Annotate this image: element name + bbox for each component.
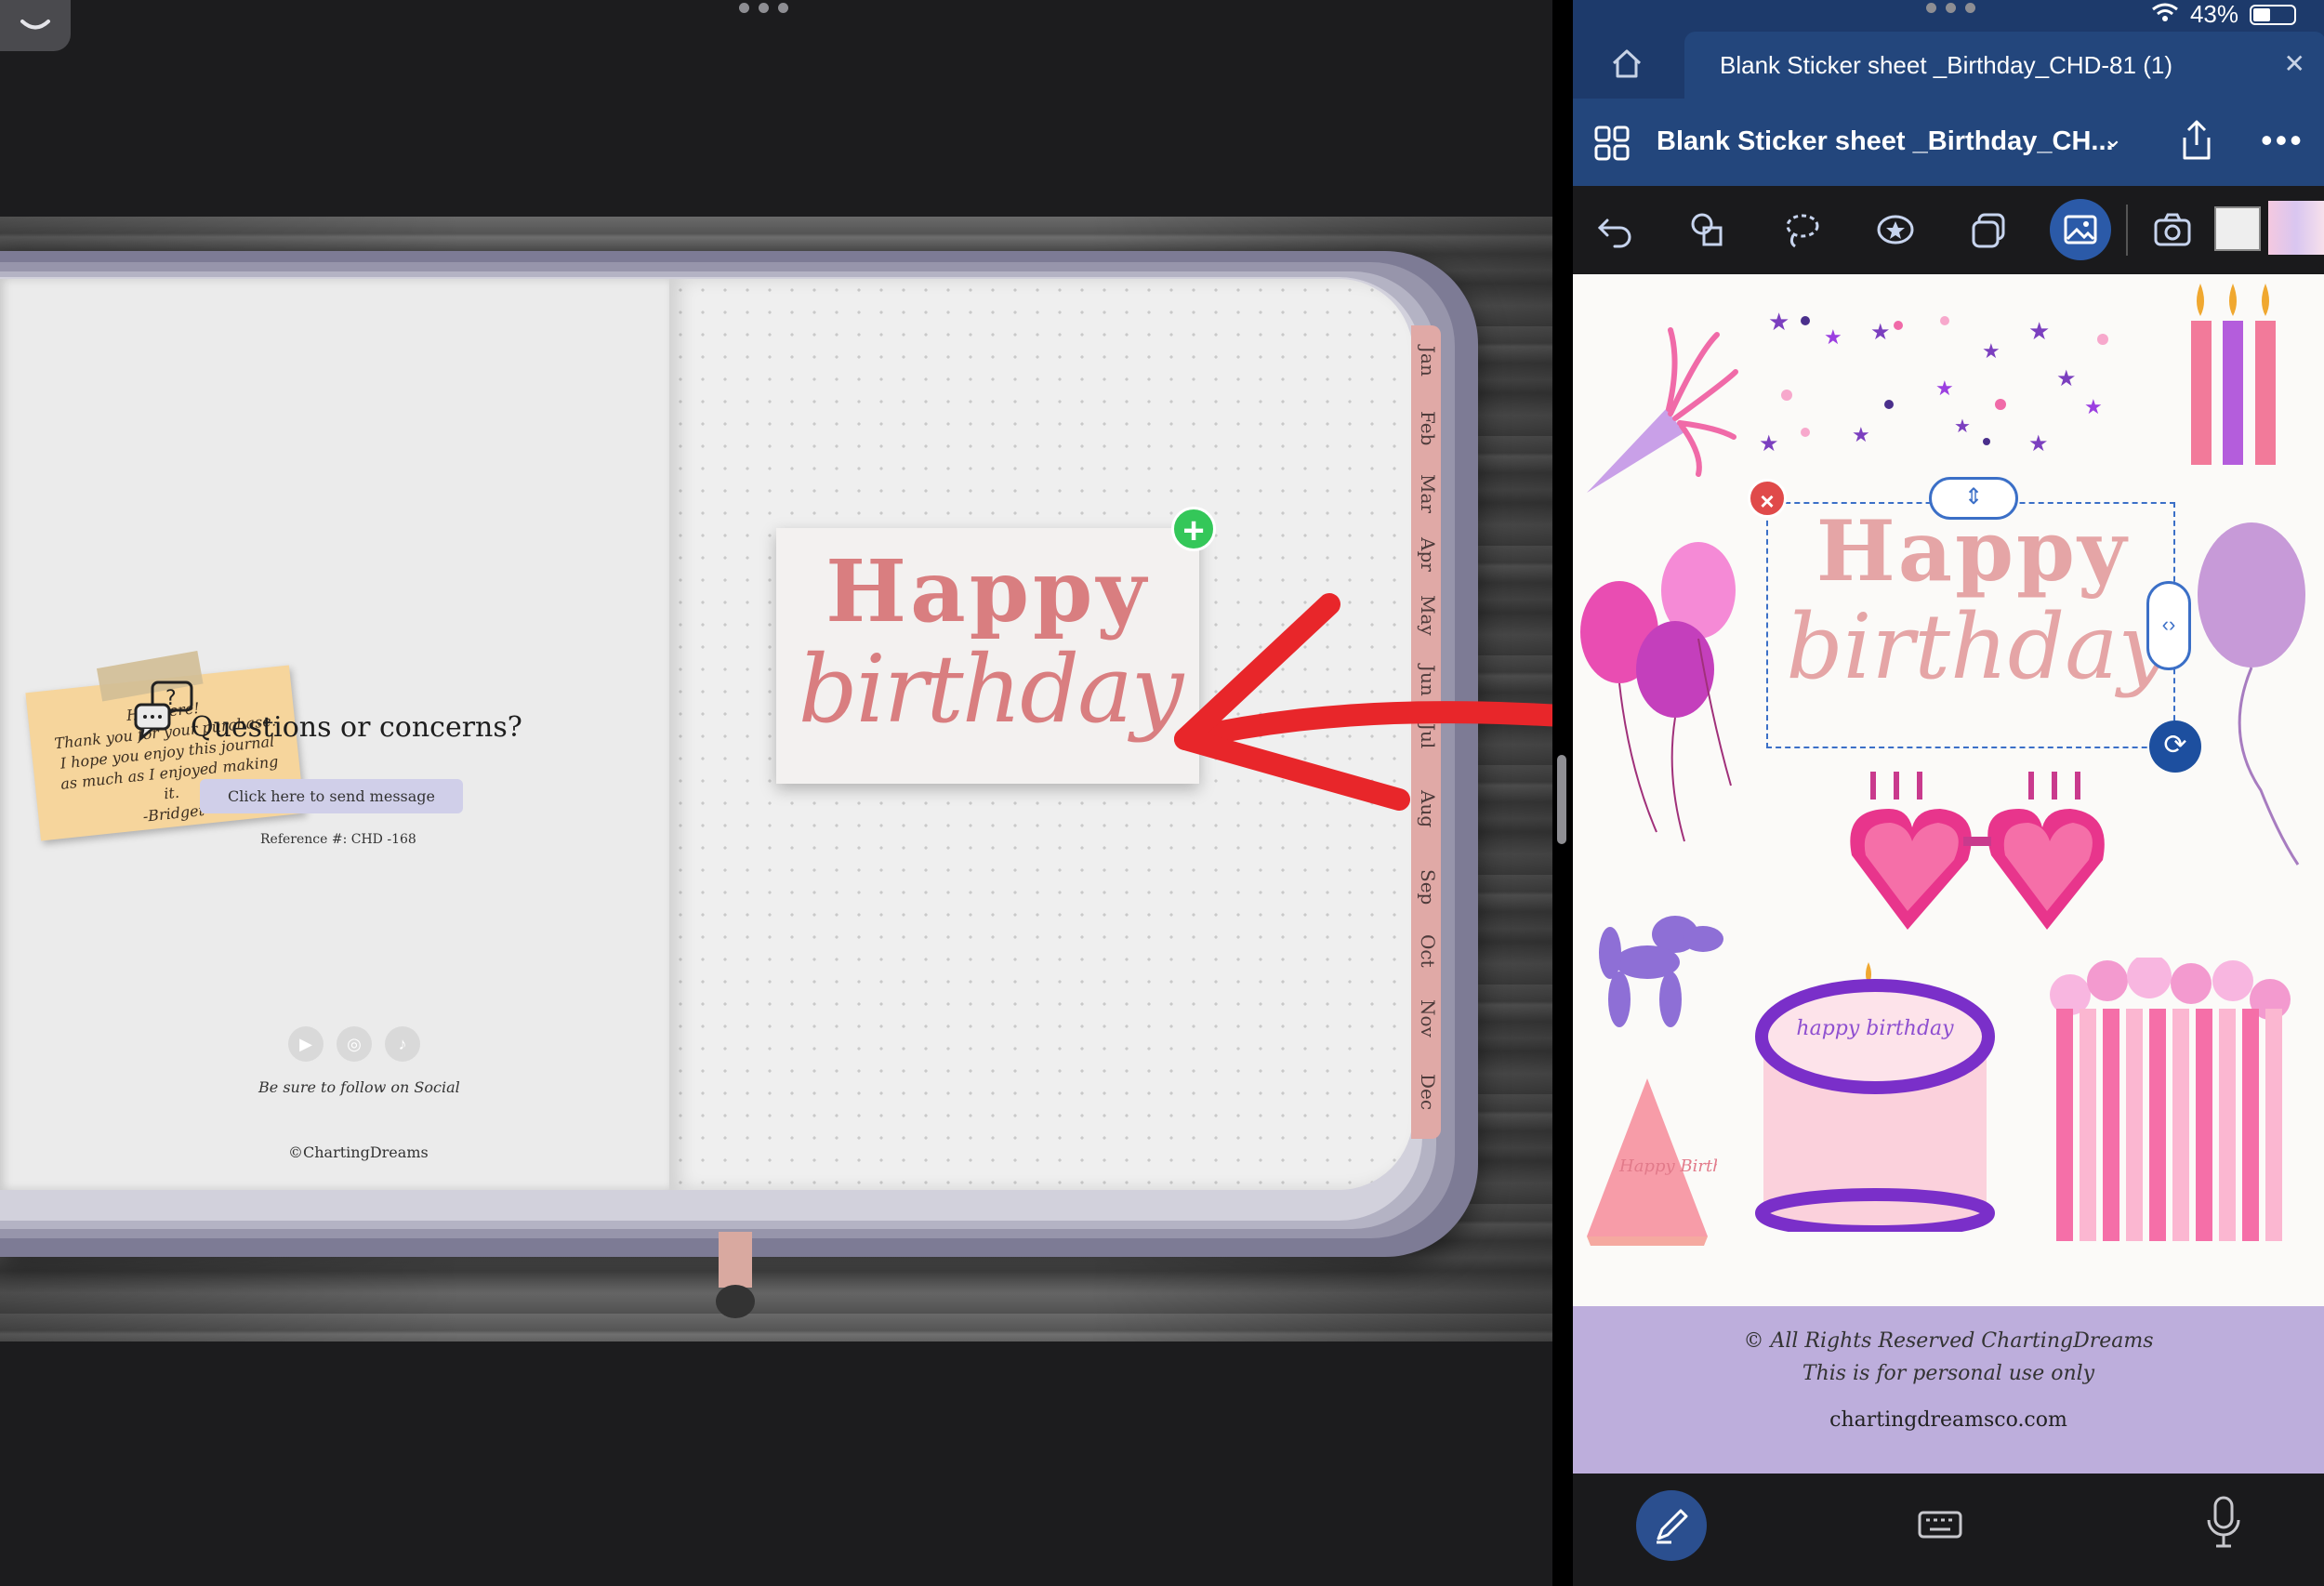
tab-feb[interactable]: Feb [1415,411,1439,445]
confetti-sticker[interactable]: ★★ ★★ ★★ ★★ ★ ★ ★★ [1750,302,2121,469]
selection-box[interactable] [1766,502,2175,748]
tab-sep[interactable]: Sep [1415,869,1439,905]
hat-text: Happy Birthday [1618,1156,1717,1176]
chat-question-icon: ? [134,681,193,742]
tab-aug[interactable]: Aug [1415,790,1439,827]
multitask-dots[interactable] [1926,3,1975,13]
document-title[interactable]: Blank Sticker sheet _Birthday_CH... [1657,126,2114,157]
keyboard-icon[interactable] [1917,1501,1963,1548]
sticker-thumbnail[interactable] [2268,201,2324,255]
balloons-sticker[interactable] [1573,535,1750,851]
candles-sticker[interactable] [2182,284,2284,469]
svg-text:★: ★ [1935,377,1954,400]
footer-personal-use: This is for personal use only [1802,1362,2095,1385]
tab-nov[interactable]: Nov [1415,999,1439,1038]
tab-jan[interactable]: Jan [1415,346,1439,377]
chevron-down-icon[interactable]: ⌄ [2103,125,2123,153]
sticker-star-icon[interactable] [1872,206,1919,253]
balloon-dog-sticker[interactable] [1582,897,1731,1037]
split-view-handle[interactable] [1557,755,1566,844]
wifi-icon [2151,0,2179,29]
footer-url: chartingdreamsco.com [1829,1408,2067,1432]
month-tabs: Jan Feb Mar Apr May Jun Jul Aug Sep Oct … [1411,325,1441,1139]
tab-jun[interactable]: Jun [1415,665,1439,696]
questions-heading: Questions or concerns? [191,711,522,744]
birthday-cake-sticker[interactable]: happy birthday [1750,962,2000,1232]
sticker-sheet[interactable]: ★ ★ ★ ★ ★ ★ ★ ★ ★ ★ ★ ★ Happy Birt happy… [1573,274,2324,1306]
party-horn-sticker[interactable] [1578,316,1740,502]
svg-text:★: ★ [2028,431,2049,456]
undo-icon[interactable] [1591,206,1638,253]
tab-oct[interactable]: Oct [1415,934,1439,968]
battery-icon [2250,4,2296,25]
share-icon[interactable] [2177,119,2216,162]
goodnotes-pane: 43% Blank Sticker sheet _Birthday_CHD-81… [1573,0,2324,1586]
microphone-icon[interactable] [2203,1494,2244,1550]
pen-icon[interactable] [1636,1490,1707,1561]
heart-glasses-sticker[interactable] [1842,772,2112,939]
lasso-icon[interactable] [1777,206,1824,253]
tab-title[interactable]: Blank Sticker sheet _Birthday_CHD-81 (1) [1720,51,2172,80]
party-hat-sticker[interactable]: Happy Birthday [1578,1074,1717,1250]
tab-mar[interactable]: Mar [1415,474,1439,513]
rotate-icon[interactable]: ⟳ [2149,720,2201,773]
svg-text:★: ★ [1759,431,1779,456]
ribbon-bookmark [719,1232,752,1288]
shapes-icon[interactable] [1684,206,1731,253]
bookmark-charm [716,1285,755,1318]
svg-text:★: ★ [1768,308,1789,336]
image-icon[interactable] [2050,199,2111,260]
svg-text:★: ★ [2028,317,2050,345]
more-options-icon[interactable]: ••• [2261,121,2304,160]
tiktok-icon[interactable]: ♪ [385,1026,420,1062]
tab-apr[interactable]: Apr [1415,537,1439,572]
svg-text:★: ★ [1824,325,1842,349]
youtube-icon[interactable]: ▶ [288,1026,324,1062]
reference-number: Reference #: CHD -168 [260,832,416,847]
battery-percent: 43% [2189,0,2238,28]
cake-text: happy birthday [1796,1017,1954,1040]
svg-text:★: ★ [1870,320,1891,345]
resize-horizontal-handle[interactable]: ‹› [2146,581,2191,670]
document-header: Blank Sticker sheet _Birthday_CH... ⌄ ••… [1573,99,2324,186]
tab-may[interactable]: May [1415,595,1439,636]
svg-text:★: ★ [2056,366,2077,391]
status-bar: 43% [2151,0,2296,29]
notebook-pane: Hi, there! Thank you for your purchase. … [0,0,1552,1586]
copyright-text: ©ChartingDreams [288,1143,429,1161]
chevron-down-icon [20,19,50,29]
purple-balloon-sticker[interactable] [2186,521,2317,874]
resize-vertical-handle[interactable]: ⇕ [1929,477,2018,520]
sticker-line-happy: Happy [825,541,1150,641]
svg-text:★: ★ [2084,395,2103,418]
sheet-footer: © All Rights Reserved ChartingDreams Thi… [1573,1306,2324,1474]
delete-selection-icon[interactable]: × [1748,479,1787,518]
pink-streamers-sticker[interactable] [2042,958,2303,1246]
elements-icon[interactable] [1965,206,2012,253]
sticker-line-birthday: birthday [798,635,1184,744]
camera-icon[interactable] [2149,206,2196,253]
editing-toolbar [1573,186,2324,274]
grid-view-icon[interactable] [1593,125,1631,162]
svg-text:★: ★ [1982,339,2000,363]
send-message-button[interactable]: Click here to send message [200,779,463,813]
follow-social-text: Be sure to follow on Social [258,1078,460,1096]
app-top-bar: 43% Blank Sticker sheet _Birthday_CHD-81… [1573,0,2324,186]
multitask-dots[interactable] [739,3,788,13]
svg-text:★: ★ [1954,416,1971,437]
collapse-button[interactable] [0,0,71,51]
instagram-icon[interactable]: ◎ [337,1026,372,1062]
tab-jul[interactable]: Jul [1415,723,1439,748]
footer-rights: © All Rights Reserved ChartingDreams [1743,1329,2154,1353]
happy-birthday-sticker[interactable]: Happy birthday [776,528,1199,784]
svg-text:★: ★ [1852,423,1870,446]
tab-dec[interactable]: Dec [1415,1074,1439,1110]
add-plus-icon[interactable]: + [1171,507,1216,551]
bottom-bar [1573,1474,2324,1586]
toolbar-separator [2126,205,2128,256]
home-icon[interactable] [1610,46,1644,80]
paper-thumbnail[interactable] [2214,206,2261,251]
close-icon[interactable]: ✕ [2284,48,2305,79]
